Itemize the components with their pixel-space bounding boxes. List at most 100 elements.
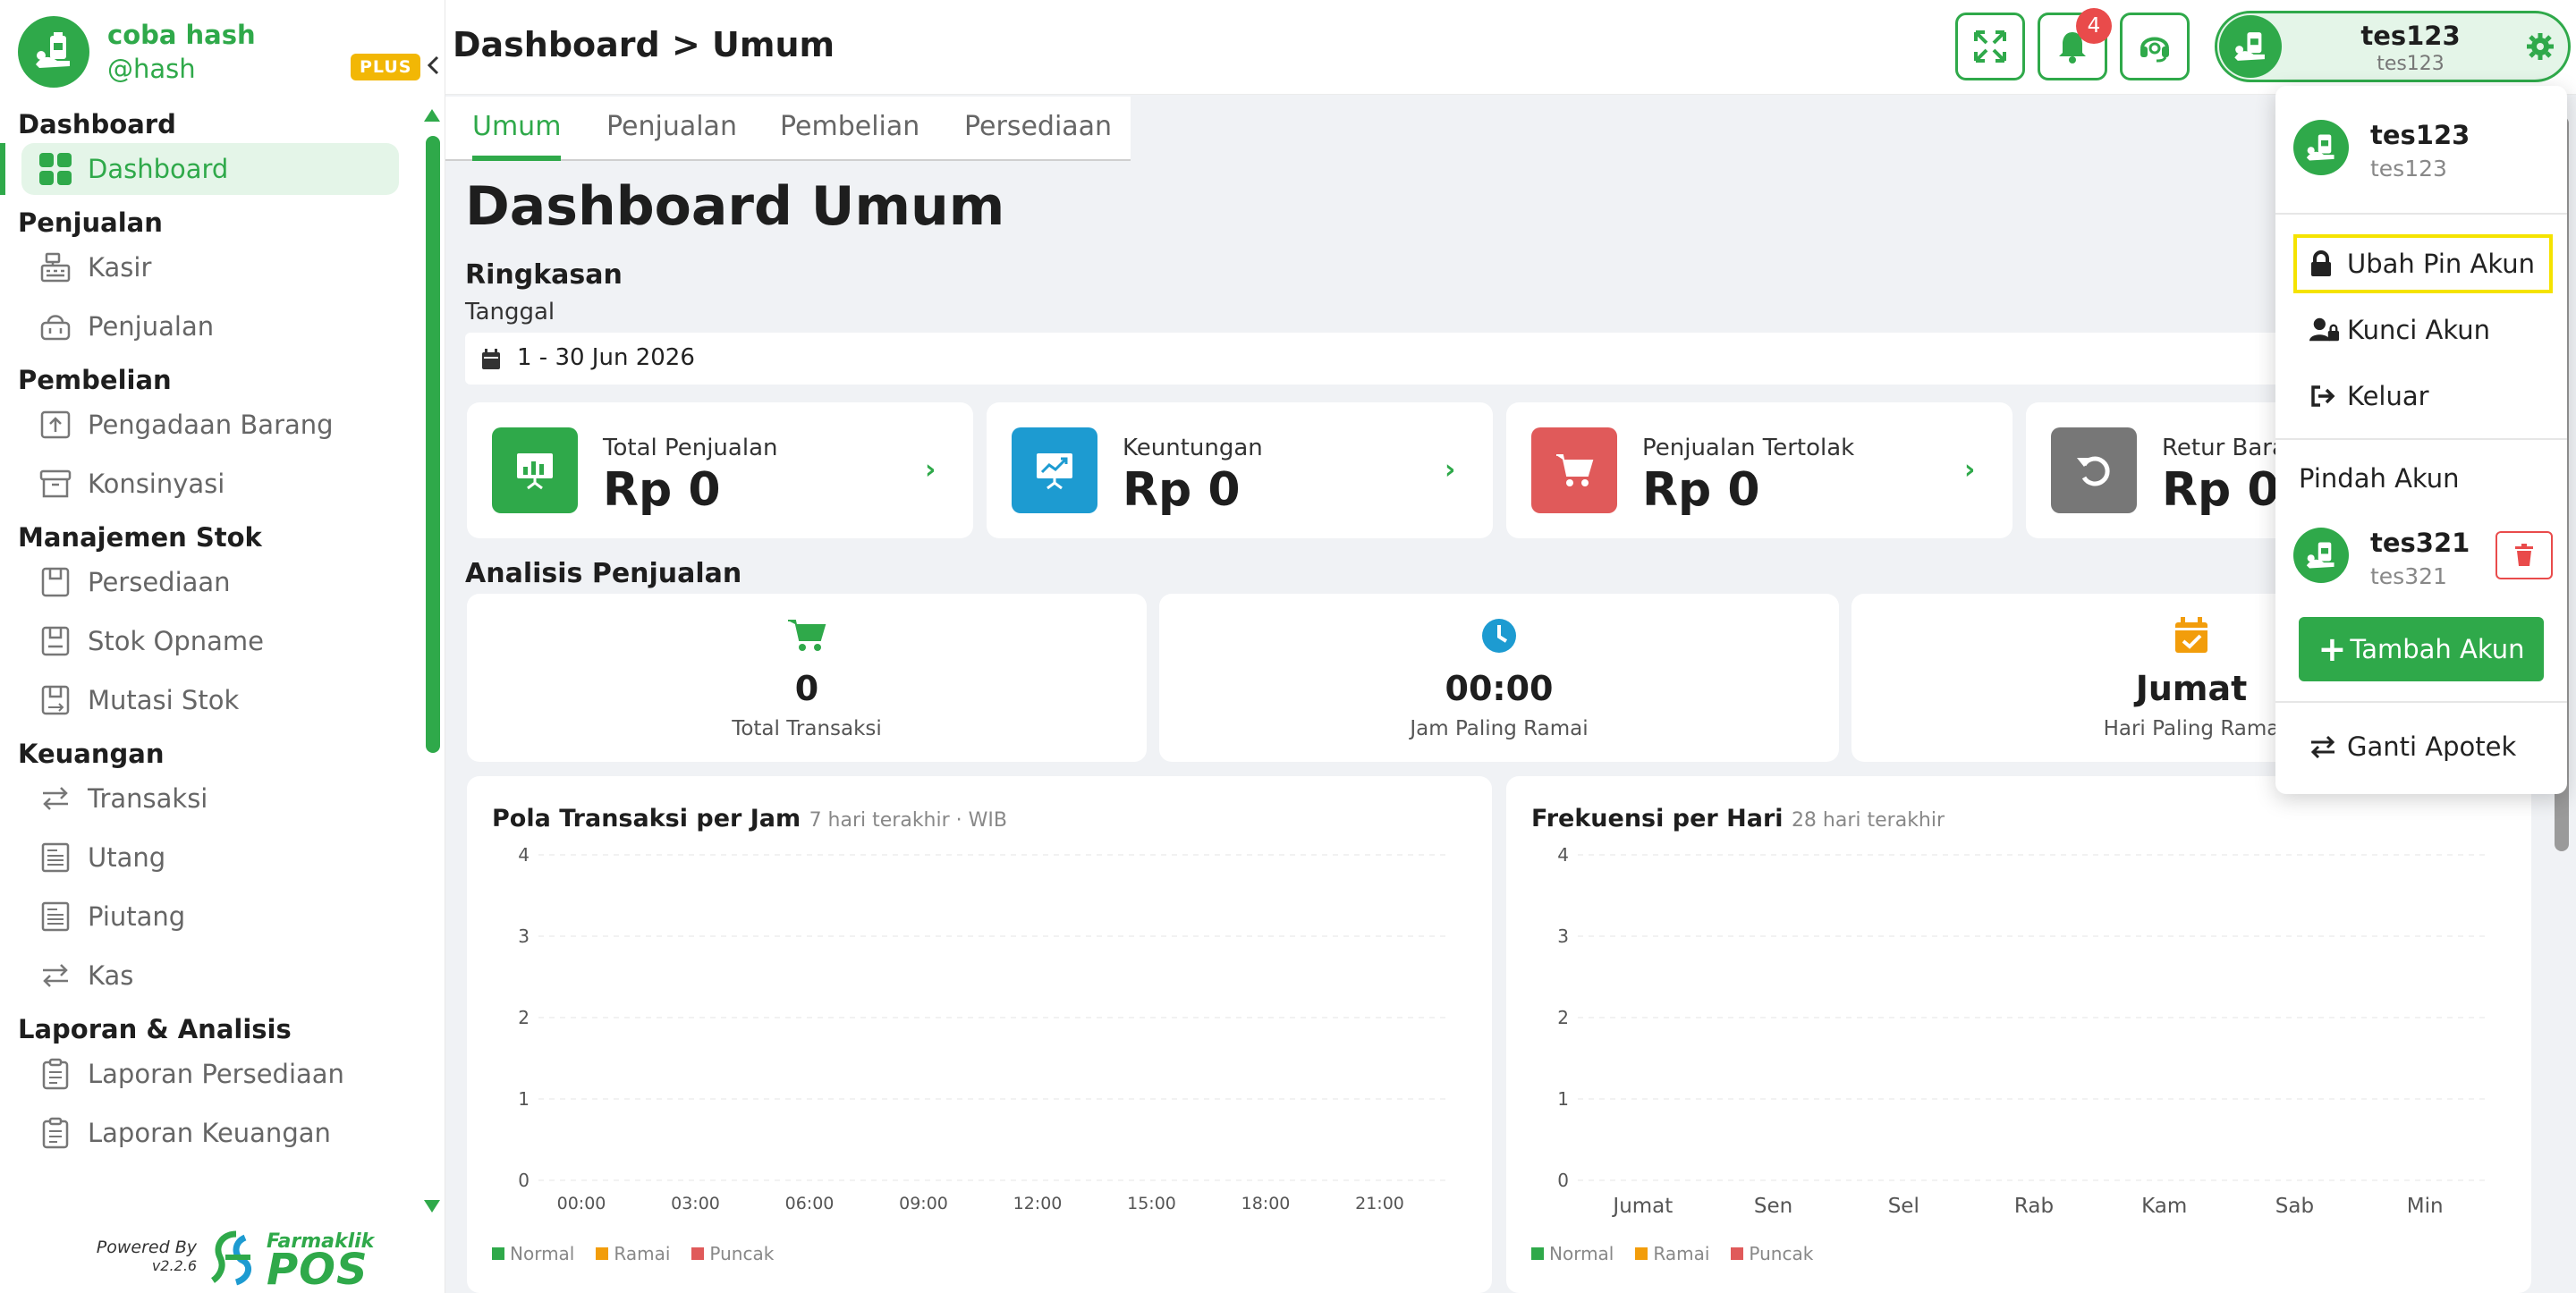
- sidebar-item-label: Penjualan: [88, 311, 215, 342]
- x-tick-label: 00:00: [557, 1194, 606, 1213]
- sidebar-item-laporan-persediaan[interactable]: Laporan Persediaan: [0, 1044, 420, 1103]
- user-name: tes123: [2360, 21, 2461, 51]
- sidebar-item-pengadaan-barang[interactable]: Pengadaan Barang: [0, 395, 420, 454]
- sidebar-item-kas[interactable]: Kas: [0, 946, 420, 1005]
- chart-legend: Normal Ramai Puncak: [492, 1243, 795, 1264]
- chart-card-daily: 0 1 2 3 4 Jumat Sen Sel Rab Kam Sab Min Frekuensi p…: [1506, 776, 2531, 1293]
- legend-label: Ramai: [1653, 1243, 1710, 1264]
- sidebar-item-persediaan[interactable]: Persediaan: [0, 553, 420, 612]
- analysis-label: Total Transaksi: [732, 717, 882, 740]
- nav-section-title: Manajemen Stok: [18, 522, 262, 553]
- y-tick-label: 0: [518, 1170, 530, 1191]
- scroll-up-arrow[interactable]: [424, 109, 440, 122]
- user-lock-icon: [2309, 317, 2340, 343]
- x-tick-label: 18:00: [1241, 1194, 1291, 1213]
- brand-handle: @hash: [107, 54, 196, 84]
- sidebar-scrollbar[interactable]: [424, 109, 442, 1213]
- summary-title: Ringkasan: [465, 259, 623, 291]
- x-tick-label: 03:00: [671, 1194, 720, 1213]
- chart-legend: Normal Ramai Puncak: [1531, 1243, 1835, 1264]
- tab-penjualan[interactable]: Penjualan: [606, 111, 737, 161]
- date-range-value: 1 - 30 Jun 2026: [517, 344, 695, 371]
- sidebar-item-label: Persediaan: [88, 567, 231, 597]
- y-tick-label: 1: [518, 1088, 530, 1110]
- x-tick-label: Kam: [2141, 1195, 2187, 1218]
- stock-mutation-icon: [38, 682, 73, 718]
- brand: coba hash @hash PLUS: [18, 16, 439, 89]
- brand-name: coba hash: [107, 20, 256, 50]
- sidebar-item-mutasi-stok[interactable]: Mutasi Stok: [0, 671, 420, 730]
- legend-item-normal[interactable]: Normal: [1531, 1243, 1614, 1264]
- nav-section-title: Laporan & Analisis: [18, 1014, 292, 1044]
- stat-card-keuntungan[interactable]: Keuntungan Rp 0 ›: [987, 402, 1493, 538]
- expand-icon: [1974, 30, 2006, 63]
- fullscreen-button[interactable]: [1955, 13, 2025, 80]
- menu-item-label: Ubah Pin Akun: [2347, 249, 2536, 279]
- tab-umum[interactable]: Umum: [472, 111, 562, 161]
- stat-card-penjualan-tertolak[interactable]: Penjualan Tertolak Rp 0 ›: [1506, 402, 2012, 538]
- avatar: [2293, 528, 2349, 583]
- notification-count-badge: 4: [2076, 8, 2112, 44]
- sidebar-item-transaksi[interactable]: Transaksi: [0, 769, 420, 828]
- sidebar-item-dashboard[interactable]: Dashboard: [0, 143, 399, 195]
- sidebar-item-utang[interactable]: Utang: [0, 828, 420, 887]
- stat-label: Retur Bara: [2162, 435, 2286, 461]
- logout-menu-item[interactable]: Keluar: [2293, 367, 2553, 426]
- legend-item-puncak[interactable]: Puncak: [1731, 1243, 1813, 1264]
- date-label: Tanggal: [465, 299, 555, 325]
- analysis-title: Analisis Penjualan: [465, 558, 742, 589]
- add-account-button[interactable]: + Tambah Akun: [2299, 617, 2544, 681]
- legend-item-ramai[interactable]: Ramai: [1635, 1243, 1709, 1264]
- change-pin-menu-item[interactable]: Ubah Pin Akun: [2293, 234, 2553, 293]
- analysis-card-jam-ramai: 00:00 Jam Paling Ramai: [1159, 594, 1839, 762]
- sidebar-item-label: Laporan Keuangan: [88, 1118, 331, 1148]
- sidebar-item-laporan-keuangan[interactable]: Laporan Keuangan: [0, 1103, 420, 1162]
- y-tick-label: 3: [1557, 925, 1569, 947]
- receipt-icon: [38, 840, 73, 875]
- stat-card-total-penjualan[interactable]: Total Penjualan Rp 0 ›: [467, 402, 973, 538]
- change-pharmacy-menu-item[interactable]: Ganti Apotek: [2293, 717, 2553, 776]
- sidebar-item-penjualan[interactable]: Penjualan: [0, 297, 420, 356]
- y-tick-label: 2: [518, 1007, 530, 1028]
- date-range-input[interactable]: 1 - 30 Jun 2026: [465, 333, 2343, 385]
- sidebar-nav: Dashboard Dashboard Penjualan Kasir Penjuala…: [0, 100, 420, 1205]
- scroll-down-arrow[interactable]: [424, 1200, 440, 1213]
- y-tick-label: 3: [518, 925, 530, 947]
- sidebar-item-label: Mutasi Stok: [88, 685, 240, 715]
- scroll-thumb[interactable]: [426, 136, 440, 753]
- sidebar-item-kasir[interactable]: Kasir: [0, 238, 420, 297]
- nav-section-title: Keuangan: [18, 739, 165, 769]
- y-tick-label: 4: [1557, 844, 1569, 866]
- tab-persediaan[interactable]: Persediaan: [964, 111, 1112, 161]
- sidebar-item-label: Utang: [88, 842, 166, 873]
- pharmacy-logo-icon: [2306, 542, 2334, 569]
- notifications-button[interactable]: 4: [2038, 8, 2112, 80]
- sidebar-item-konsinyasi[interactable]: Konsinyasi: [0, 454, 420, 513]
- legend-item-normal[interactable]: Normal: [492, 1243, 574, 1264]
- lock-account-menu-item[interactable]: Kunci Akun: [2293, 300, 2553, 359]
- undo-icon: [2051, 427, 2137, 513]
- y-tick-label: 2: [1557, 1007, 1569, 1028]
- legend-item-puncak[interactable]: Puncak: [691, 1243, 774, 1264]
- app-version: v2.2.6: [151, 1257, 197, 1274]
- collapse-sidebar-button[interactable]: [426, 52, 440, 83]
- x-tick-label: 12:00: [1013, 1194, 1063, 1213]
- y-tick-label: 0: [1557, 1170, 1569, 1191]
- transfer-arrows-icon: [38, 781, 73, 816]
- tab-pembelian[interactable]: Pembelian: [780, 111, 919, 161]
- sidebar-item-piutang[interactable]: Piutang: [0, 887, 420, 946]
- analysis-card-total-transaksi: 0 Total Transaksi: [467, 594, 1147, 762]
- legend-label: Normal: [1549, 1243, 1614, 1264]
- stat-value: Rp 0: [603, 463, 721, 517]
- sidebar-item-label: Laporan Persediaan: [88, 1059, 344, 1089]
- delete-account-button[interactable]: [2496, 531, 2553, 579]
- y-tick-label: 4: [518, 844, 530, 866]
- x-tick-label: Sab: [2275, 1195, 2314, 1218]
- x-tick-label: Jumat: [1611, 1195, 1673, 1218]
- legend-item-ramai[interactable]: Ramai: [596, 1243, 670, 1264]
- pharmacy-logo-icon: [18, 16, 89, 88]
- support-button[interactable]: [2120, 13, 2190, 80]
- user-menu-button[interactable]: tes123 tes123: [2215, 11, 2571, 82]
- sidebar-item-stok-opname[interactable]: Stok Opname: [0, 612, 420, 671]
- powered-by: Powered By v2.2.6: [89, 1238, 197, 1274]
